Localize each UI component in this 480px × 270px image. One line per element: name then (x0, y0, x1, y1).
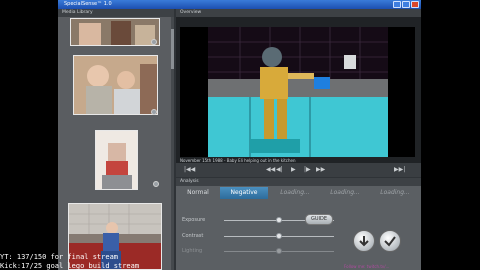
photo-image (71, 19, 159, 45)
down-arrow-button[interactable] (353, 230, 375, 252)
contrast-knob[interactable] (276, 233, 282, 239)
library-scrollbar[interactable] (171, 17, 174, 270)
title-bar[interactable]: SpecialSense™ 1.0 (58, 0, 421, 9)
photo-image (96, 131, 137, 189)
negative-photo (208, 27, 388, 157)
rewind-button[interactable]: |◀◀ (184, 166, 195, 173)
library-thumbnail[interactable] (70, 18, 160, 46)
thumbnail-option-button[interactable] (151, 109, 157, 115)
down-arrow-icon (359, 236, 369, 247)
confirm-button[interactable] (379, 230, 401, 252)
photo-image (74, 56, 157, 114)
tab-loading-1[interactable]: Loading... (272, 187, 318, 199)
minimize-icon[interactable] (393, 1, 401, 8)
video-frame[interactable] (180, 27, 415, 157)
check-icon (384, 236, 396, 247)
tab-loading-3[interactable]: Loading... (372, 187, 418, 199)
fast-forward-button[interactable]: ▶▶| (394, 166, 405, 173)
analysis-header: Analysis (176, 178, 421, 186)
thumbnail-option-button[interactable] (153, 181, 159, 187)
exposure-label: Exposure (182, 217, 206, 223)
overview-header: Overview (176, 9, 421, 17)
close-icon[interactable] (411, 1, 419, 8)
window-title: SpecialSense™ 1.0 (64, 1, 112, 7)
footer-text: Follow me: twitch.tv/... (344, 264, 390, 269)
play-button[interactable]: ▶ (291, 166, 296, 173)
guide-button[interactable]: GUIDE (305, 214, 333, 225)
contrast-slider: Contrast (182, 231, 342, 241)
window-controls (393, 1, 419, 8)
prev-button[interactable]: ◀◀ (266, 166, 275, 173)
next-button[interactable]: ▶▶ (316, 166, 325, 173)
next-frame-button[interactable]: |▶ (304, 166, 311, 173)
media-library-panel: Media Library (58, 9, 174, 270)
tab-negative[interactable]: Negative (220, 187, 268, 199)
exposure-knob[interactable] (276, 217, 282, 223)
analysis-panel: Analysis Normal Negative Loading... Load… (176, 178, 421, 270)
maximize-icon[interactable] (402, 1, 410, 8)
overview-panel: Overview November 15th 1988 - Baby Eli h… (176, 9, 421, 176)
media-library-header: Media Library (58, 9, 174, 17)
app-window: SpecialSense™ 1.0 Media Library Overview… (58, 0, 421, 270)
tab-loading-2[interactable]: Loading... (322, 187, 368, 199)
transport-bar: |◀◀ ◀◀ ◀| ▶ |▶ ▶▶ ▶▶| (176, 163, 421, 177)
contrast-label: Contrast (182, 233, 204, 239)
lighting-label: Lighting (182, 248, 203, 254)
stream-goal-line-1: YT: 137/150 for final stream (0, 253, 119, 261)
filter-tabs: Normal Negative Loading... Loading... Lo… (176, 187, 421, 199)
library-thumbnail[interactable] (95, 130, 138, 190)
scrollbar-thumb[interactable] (171, 29, 174, 69)
prev-frame-button[interactable]: ◀| (276, 166, 283, 173)
lighting-knob[interactable] (276, 248, 282, 254)
lighting-slider: Lighting (182, 246, 342, 256)
library-thumbnail[interactable] (73, 55, 158, 115)
stream-goal-line-2: Kick:17/25 goal lego build stream (0, 262, 140, 270)
thumbnail-option-button[interactable] (151, 39, 157, 45)
tab-normal[interactable]: Normal (180, 187, 216, 199)
